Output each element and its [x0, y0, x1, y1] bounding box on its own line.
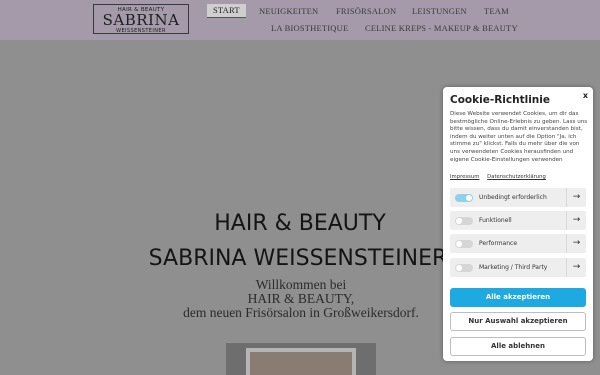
- category-label: Performance: [479, 240, 518, 247]
- welcome-line-3: dem neuen Frisörsalon in Großweikersdorf…: [183, 305, 419, 320]
- nav-item-celine-kreps[interactable]: CELINE KREPS - MAKEUP & BEAUTY: [365, 23, 518, 33]
- cookie-category-functional[interactable]: Funktionell →: [450, 211, 586, 230]
- cookie-title: Cookie-Richtlinie: [450, 94, 550, 106]
- toggle-knob: [456, 241, 462, 247]
- logo-main-text: SABRINA: [102, 11, 180, 29]
- cookie-description: Diese Website verwendet Cookies, um dir …: [450, 111, 588, 163]
- cookie-dialog: Cookie-Richtlinie x Diese Website verwen…: [443, 87, 593, 361]
- arrow-right-icon[interactable]: →: [566, 258, 586, 277]
- accept-selection-button[interactable]: Nur Auswahl akzeptieren: [450, 312, 586, 331]
- nav-item-la-biosthetique[interactable]: LA BIOSTHETIQUE: [271, 23, 348, 33]
- datenschutz-link[interactable]: Datenschutzerklärung: [487, 174, 546, 180]
- category-label: Unbedingt erforderlich: [479, 194, 547, 201]
- toggle-necessary[interactable]: [455, 194, 473, 202]
- nav-item-team[interactable]: TEAM: [484, 6, 509, 16]
- nav-item-neuigkeiten[interactable]: NEUIGKEITEN: [259, 6, 318, 16]
- accept-all-button[interactable]: Alle akzeptieren: [450, 288, 586, 307]
- category-label: Marketing / Third Party: [479, 264, 548, 271]
- site-header: HAIR & BEAUTY SABRINA WEISSENSTEINER STA…: [0, 0, 600, 40]
- toggle-marketing[interactable]: [455, 264, 473, 272]
- salon-image: [226, 343, 376, 375]
- nav-item-frisoersalon[interactable]: FRISÖRSALON: [336, 6, 396, 16]
- close-icon[interactable]: x: [583, 91, 588, 100]
- arrow-right-icon[interactable]: →: [566, 188, 586, 207]
- reject-all-button[interactable]: Alle ablehnen: [450, 337, 586, 356]
- toggle-knob: [456, 265, 462, 271]
- cookie-category-performance[interactable]: Performance →: [450, 234, 586, 253]
- toggle-knob: [466, 195, 472, 201]
- impressum-link[interactable]: Impressum: [450, 174, 479, 180]
- toggle-performance[interactable]: [455, 240, 473, 248]
- salon-image-frame: [246, 348, 356, 375]
- toggle-functional[interactable]: [455, 217, 473, 225]
- toggle-knob: [456, 218, 462, 224]
- site-logo[interactable]: HAIR & BEAUTY SABRINA WEISSENSTEINER: [93, 4, 189, 34]
- category-label: Funktionell: [479, 217, 512, 224]
- nav-item-start[interactable]: START: [207, 4, 246, 18]
- arrow-right-icon[interactable]: →: [566, 234, 586, 253]
- cookie-category-necessary[interactable]: Unbedingt erforderlich →: [450, 188, 586, 207]
- cookie-category-marketing[interactable]: Marketing / Third Party →: [450, 258, 586, 277]
- nav-item-leistungen[interactable]: LEISTUNGEN: [412, 6, 467, 16]
- cookie-links: Impressum Datenschutzerklärung: [450, 174, 552, 180]
- arrow-right-icon[interactable]: →: [566, 211, 586, 230]
